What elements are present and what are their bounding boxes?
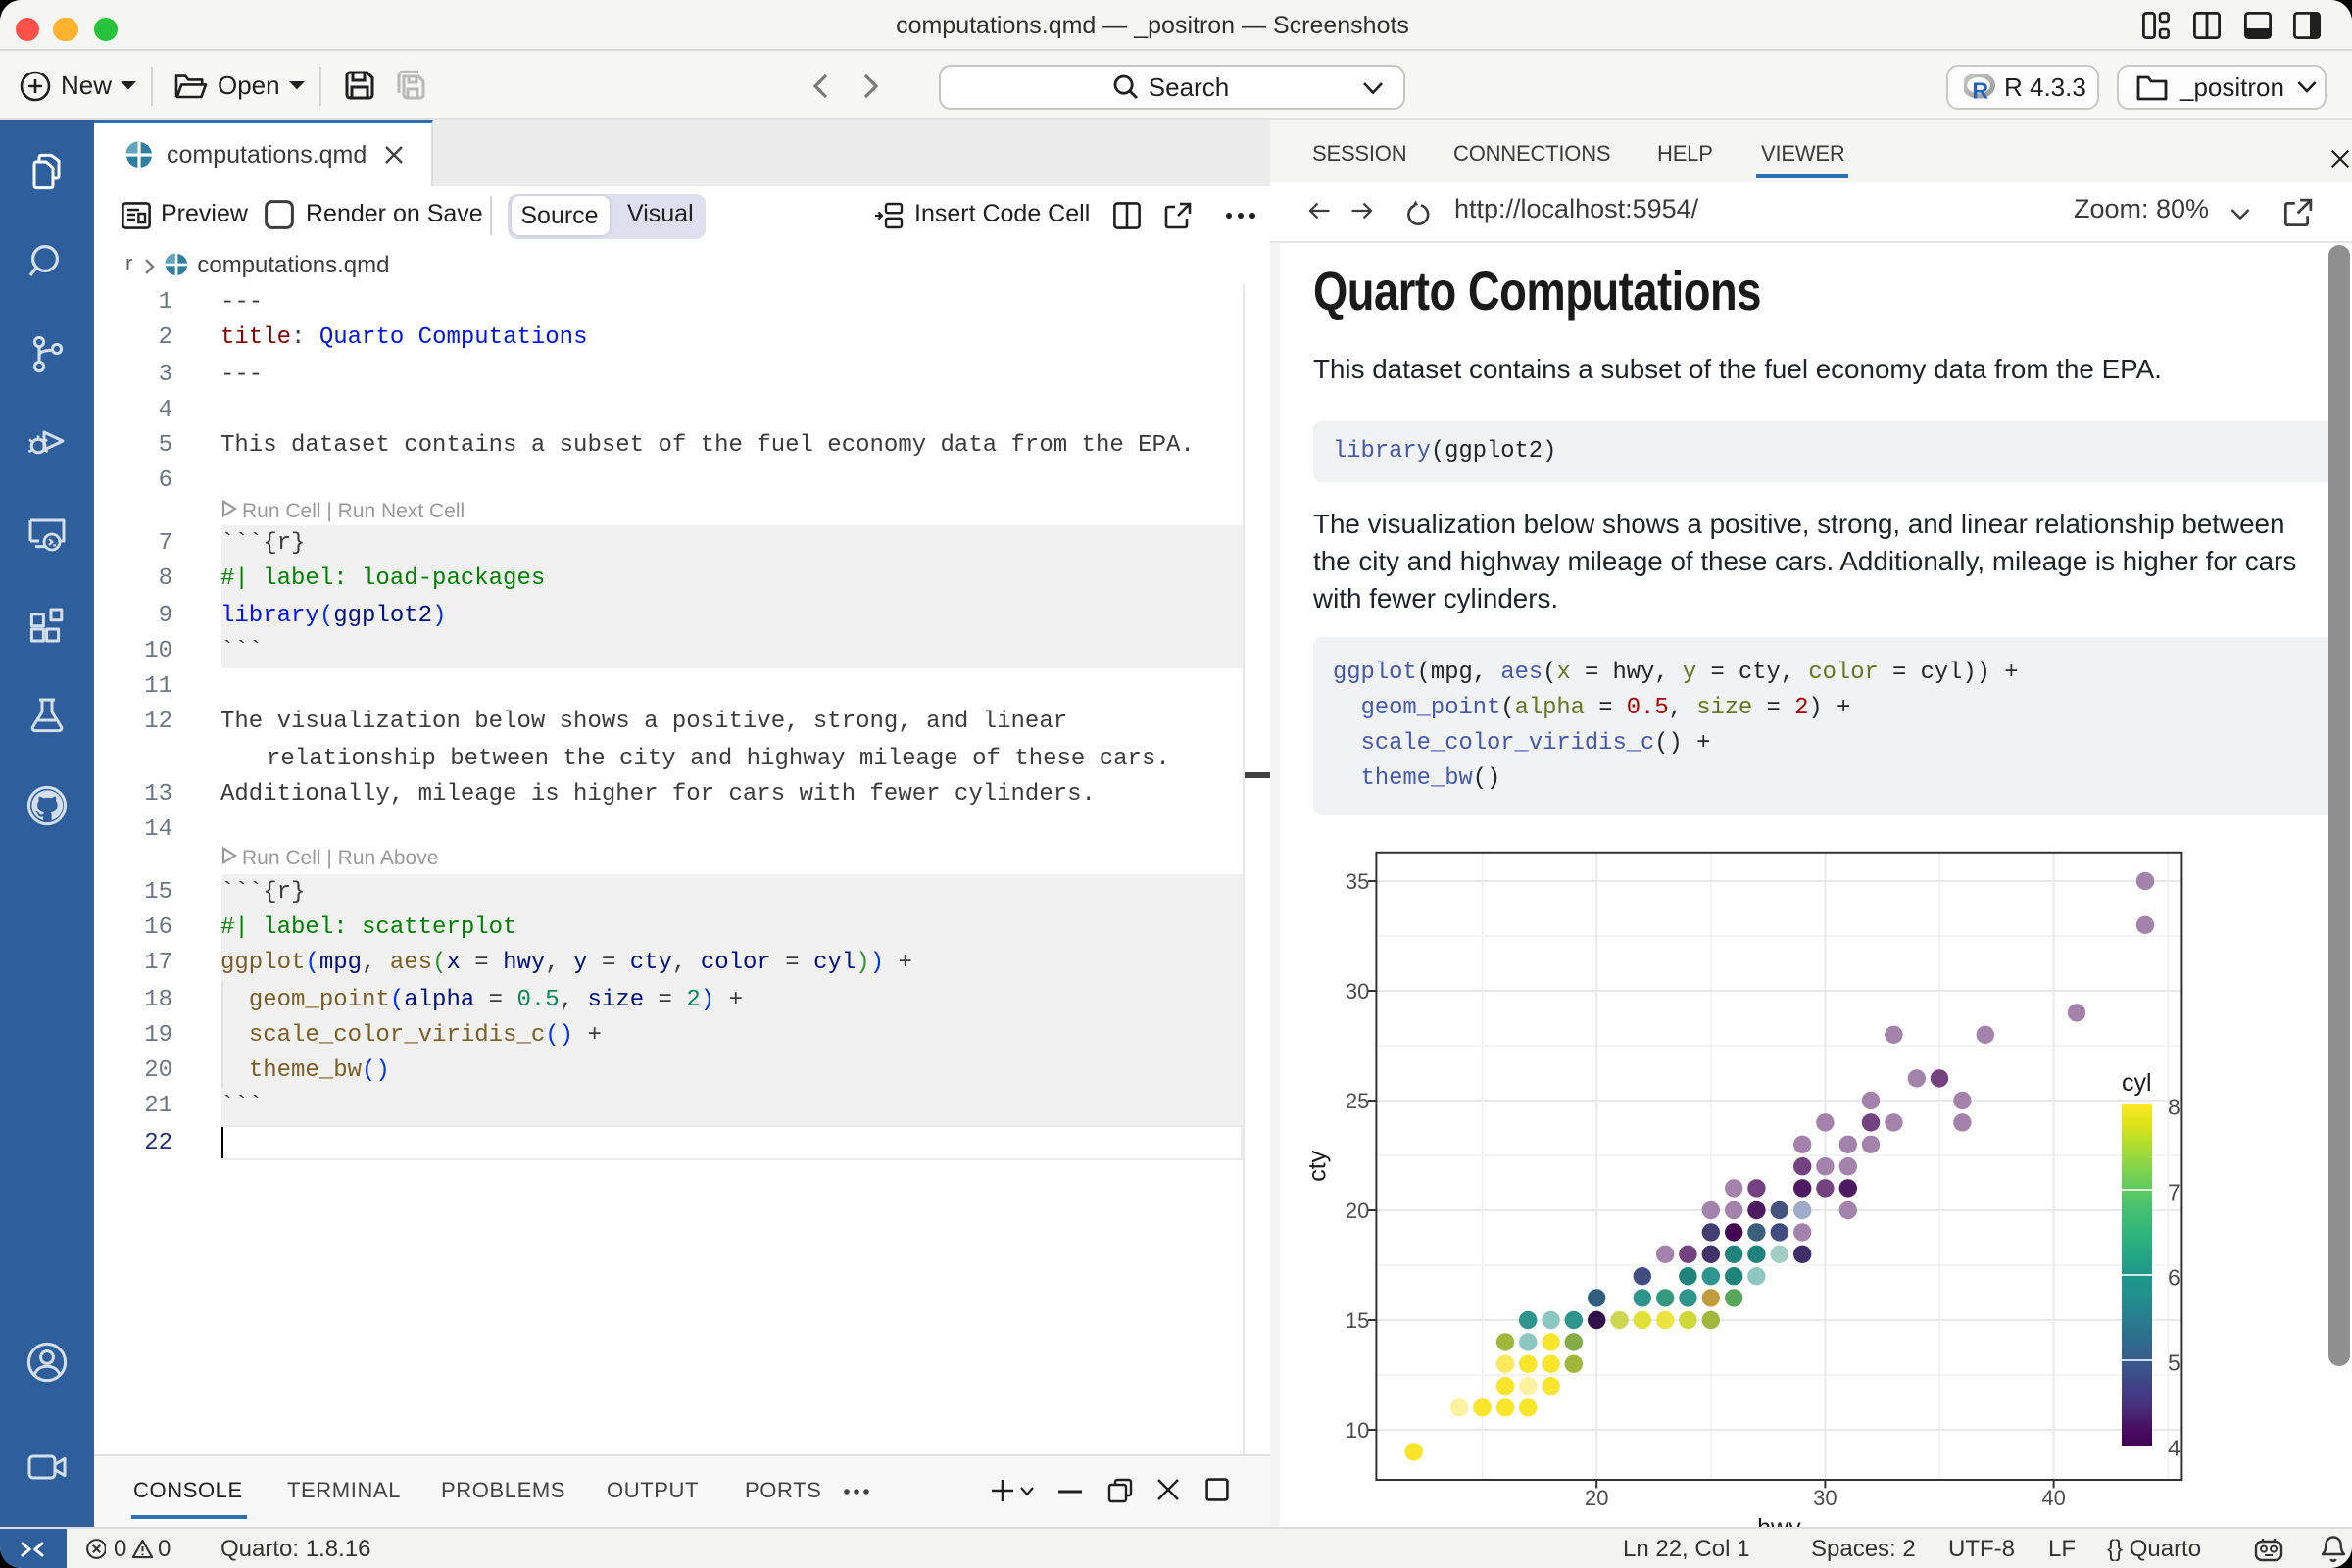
svg-text:20: 20: [1346, 1198, 1369, 1222]
svg-text:4: 4: [2168, 1434, 2180, 1459]
svg-text:7: 7: [2168, 1178, 2180, 1203]
svg-text:30: 30: [1346, 978, 1369, 1003]
svg-text:5: 5: [2168, 1348, 2180, 1374]
svg-text:cyl: cyl: [2122, 1068, 2152, 1096]
svg-text:cty: cty: [1303, 1149, 1331, 1180]
svg-text:40: 40: [2041, 1485, 2065, 1509]
svg-text:10: 10: [1346, 1417, 1369, 1442]
svg-text:35: 35: [1346, 868, 1369, 893]
svg-text:30: 30: [1813, 1485, 1837, 1509]
svg-text:8: 8: [2168, 1093, 2180, 1118]
svg-text:hwy: hwy: [1757, 1513, 1801, 1526]
svg-text:6: 6: [2168, 1263, 2180, 1289]
svg-text:R: R: [1971, 78, 1987, 100]
svg-text:15: 15: [1346, 1307, 1369, 1332]
svg-text:25: 25: [1346, 1088, 1369, 1112]
svg-text:20: 20: [1585, 1485, 1608, 1509]
